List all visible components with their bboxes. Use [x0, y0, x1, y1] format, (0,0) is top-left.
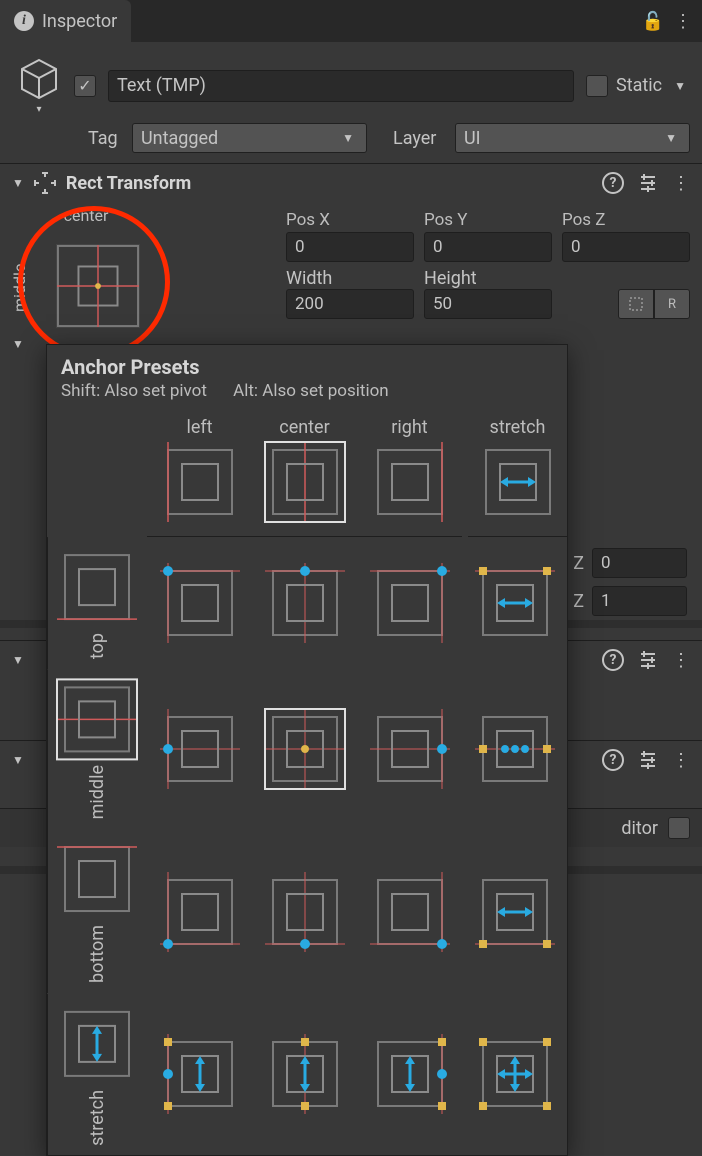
rect-transform-icon: [34, 172, 56, 194]
gameobject-cube-icon[interactable]: [16, 56, 62, 102]
gameobject-name-input[interactable]: [108, 70, 574, 102]
anchor-preset-button[interactable]: center middle: [24, 226, 148, 350]
row-header-middle: middle: [47, 669, 147, 829]
preset-stretch-stretch[interactable]: [462, 994, 567, 1156]
component-menu-icon[interactable]: ⋮: [672, 650, 690, 671]
raw-edit-button[interactable]: R: [654, 289, 690, 319]
anchor-h-label: center: [24, 206, 148, 225]
grid-corner-blank: [47, 411, 147, 537]
height-input[interactable]: [424, 289, 552, 319]
static-checkbox[interactable]: [586, 75, 608, 97]
row-header-stretch: stretch: [47, 994, 147, 1156]
chevron-down-icon: ▼: [661, 131, 681, 145]
help-icon[interactable]: ?: [602, 172, 624, 194]
col-header-left: left: [147, 411, 252, 537]
partial-vector-fields: Z Z: [564, 548, 687, 616]
preset-middle-stretch[interactable]: [462, 669, 567, 829]
foldout-toggle-icon[interactable]: ▼: [12, 653, 24, 667]
foldout-toggle-icon[interactable]: ▼: [12, 176, 24, 190]
icon-dropdown-icon[interactable]: ▾: [36, 104, 41, 115]
tag-layer-row: Tag Untagged ▼ Layer UI ▼: [0, 123, 702, 163]
help-icon[interactable]: ?: [602, 649, 624, 671]
size-fields: Width Height R: [286, 268, 690, 319]
preset-icon[interactable]: [638, 650, 658, 670]
tag-label: Tag: [88, 128, 124, 149]
component-title: Rect Transform: [66, 173, 592, 194]
static-label: Static: [616, 75, 662, 96]
inspector-tab[interactable]: i Inspector: [0, 0, 131, 42]
height-label: Height: [424, 268, 477, 289]
gameobject-header: ▾ ✓ Static ▼: [0, 42, 702, 123]
preset-stretch-left[interactable]: [147, 994, 252, 1156]
chevron-down-icon: ▼: [338, 131, 358, 145]
anchor-preset-grid: left center right stretch top middle: [47, 411, 567, 1155]
component-menu-icon[interactable]: ⋮: [672, 750, 690, 771]
preset-bottom-right[interactable]: [357, 829, 462, 993]
preset-middle-right[interactable]: [357, 669, 462, 829]
layer-label: Layer: [393, 128, 447, 149]
popup-title: Anchor Presets: [61, 355, 553, 379]
posy-input[interactable]: [424, 232, 552, 262]
popup-subtitle-shift: Shift: Also set pivot: [61, 381, 207, 401]
tab-actions: 🔓 ⋮: [642, 11, 702, 32]
col-header-right: right: [357, 411, 462, 537]
preset-icon[interactable]: [638, 173, 658, 193]
static-dropdown-icon[interactable]: ▼: [670, 79, 690, 93]
tab-menu-icon[interactable]: ⋮: [674, 11, 692, 32]
preset-bottom-left[interactable]: [147, 829, 252, 993]
layer-value: UI: [464, 128, 481, 149]
preset-stretch-center[interactable]: [252, 994, 357, 1156]
anchor-v-label: middle: [10, 226, 29, 350]
z-input-b[interactable]: [592, 586, 687, 616]
tab-title: Inspector: [42, 11, 117, 32]
blueprint-mode-button[interactable]: [618, 289, 654, 319]
help-icon[interactable]: ?: [602, 749, 624, 771]
z-input-a[interactable]: [592, 548, 687, 578]
lock-icon[interactable]: 🔓: [642, 11, 664, 32]
tab-bar: i Inspector 🔓 ⋮: [0, 0, 702, 42]
anchor-presets-popup: Anchor Presets Shift: Also set pivot Alt…: [46, 344, 568, 1156]
rect-transform-body: center middle Pos X Pos Y Pos Z Width He…: [0, 202, 702, 319]
component-menu-icon[interactable]: ⋮: [672, 173, 690, 194]
popup-subtitle-alt: Alt: Also set position: [233, 381, 389, 401]
rect-transform-header: ▼ Rect Transform ? ⋮: [0, 163, 702, 202]
editor-checkbox[interactable]: [668, 817, 690, 839]
foldout-toggle-icon[interactable]: ▼: [12, 753, 24, 767]
width-label: Width: [286, 268, 332, 289]
preset-middle-left[interactable]: [147, 669, 252, 829]
col-header-stretch: stretch: [468, 411, 567, 537]
position-fields: Pos X Pos Y Pos Z: [286, 210, 690, 262]
preset-top-right[interactable]: [357, 537, 462, 669]
preset-top-left[interactable]: [147, 537, 252, 669]
preset-bottom-stretch[interactable]: [462, 829, 567, 993]
width-input[interactable]: [286, 289, 414, 319]
layer-dropdown[interactable]: UI ▼: [455, 123, 690, 153]
preset-top-center[interactable]: [252, 537, 357, 669]
posz-label: Pos Z: [562, 210, 690, 230]
row-header-bottom: bottom: [47, 829, 147, 993]
editor-label-fragment: ditor: [621, 818, 658, 839]
preset-bottom-center[interactable]: [252, 829, 357, 993]
posx-input[interactable]: [286, 232, 414, 262]
col-header-center: center: [252, 411, 357, 537]
preset-middle-center[interactable]: [252, 669, 357, 829]
active-checkbox[interactable]: ✓: [74, 75, 96, 97]
preset-icon[interactable]: [638, 750, 658, 770]
posy-label: Pos Y: [424, 210, 552, 230]
info-icon: i: [14, 11, 34, 31]
posx-label: Pos X: [286, 210, 414, 230]
tag-value: Untagged: [141, 128, 218, 149]
preset-top-stretch[interactable]: [462, 537, 567, 669]
preset-stretch-right[interactable]: [357, 994, 462, 1156]
row-header-top: top: [47, 537, 147, 669]
posz-input[interactable]: [562, 232, 690, 262]
tag-dropdown[interactable]: Untagged ▼: [132, 123, 367, 153]
